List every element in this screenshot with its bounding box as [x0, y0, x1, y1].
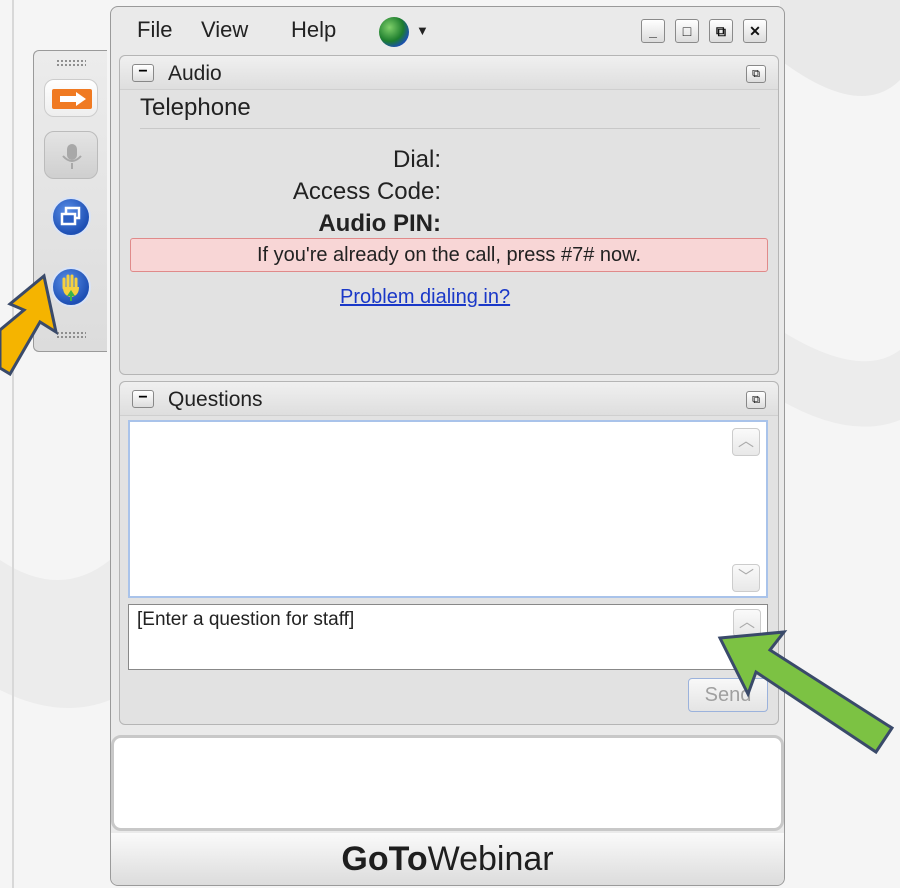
question-input-placeholder: [Enter a question for staff] — [137, 609, 355, 630]
microphone-icon — [62, 144, 82, 169]
gotowebinar-control-panel: File View Help ▼ _ □ ⧉ ✕ − Audio ⧉ Telep… — [110, 6, 785, 886]
menu-file[interactable]: File — [137, 17, 172, 43]
menu-view[interactable]: View — [201, 17, 248, 43]
questions-popout-button[interactable]: ⧉ — [746, 391, 766, 409]
brand-goto: GoTo — [341, 840, 428, 878]
divider — [140, 128, 760, 129]
gotowebinar-logo: GoToWebinar — [111, 833, 784, 885]
chevron-down-icon[interactable]: ▼ — [416, 23, 429, 38]
problem-dialing-link[interactable]: Problem dialing in? — [340, 286, 510, 309]
brand-webinar: Webinar — [427, 840, 554, 878]
left-divider — [12, 0, 14, 888]
audio-panel-header: − Audio ⧉ — [120, 56, 778, 90]
restore-button[interactable]: ⧉ — [709, 19, 733, 43]
minimize-button[interactable]: _ — [641, 19, 665, 43]
audio-collapse-button[interactable]: − — [132, 64, 154, 82]
menu-bar: File View Help ▼ _ □ ⧉ ✕ — [111, 7, 784, 53]
arrow-right-icon — [52, 89, 92, 109]
close-button[interactable]: ✕ — [743, 19, 767, 43]
globe-icon[interactable] — [379, 17, 409, 47]
maximize-button[interactable]: □ — [675, 19, 699, 43]
scroll-up-button[interactable]: ︿ — [732, 428, 760, 456]
green-callout-arrow — [717, 630, 895, 755]
questions-log[interactable]: ︿ ﹀ — [128, 420, 768, 598]
telephone-heading: Telephone — [140, 94, 251, 121]
show-hide-control-panel-button[interactable] — [44, 79, 98, 117]
questions-panel-header: − Questions ⧉ — [120, 382, 778, 416]
audio-panel: − Audio ⧉ Telephone Dial: Access Code: A… — [119, 55, 779, 375]
audio-pin-label: Audio PIN: — [318, 210, 441, 237]
menu-help[interactable]: Help — [291, 17, 336, 43]
access-code-label: Access Code: — [292, 178, 441, 205]
window-toggle-button[interactable] — [51, 197, 91, 237]
grip-icon[interactable] — [56, 331, 86, 339]
grip-icon[interactable] — [56, 59, 86, 67]
microphone-button[interactable] — [44, 131, 98, 179]
yellow-callout-arrow — [0, 273, 59, 377]
questions-collapse-button[interactable]: − — [132, 390, 154, 408]
already-on-call-alert: If you're already on the call, press #7#… — [130, 238, 768, 272]
audio-panel-title: Audio — [168, 62, 222, 85]
audio-popout-button[interactable]: ⧉ — [746, 65, 766, 83]
dial-label: Dial: — [392, 146, 441, 173]
window-restore-icon — [60, 206, 81, 226]
questions-panel-title: Questions — [168, 388, 263, 411]
blank-panel — [111, 735, 784, 831]
question-input[interactable]: [Enter a question for staff] ︿ — [128, 604, 768, 670]
scroll-down-button[interactable]: ﹀ — [732, 564, 760, 592]
questions-panel: − Questions ⧉ ︿ ﹀ [Enter a question for … — [119, 381, 779, 725]
